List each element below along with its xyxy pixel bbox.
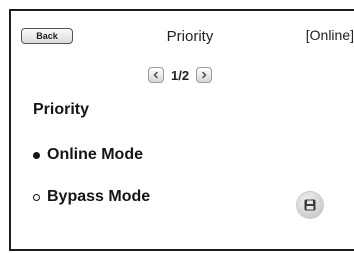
save-icon bbox=[304, 199, 316, 211]
radio-selected-icon bbox=[33, 151, 40, 159]
page-title: Priority bbox=[166, 28, 214, 45]
save-button[interactable] bbox=[297, 192, 323, 218]
option-bypass-mode[interactable]: Bypass Mode bbox=[33, 188, 150, 206]
back-button[interactable]: Back bbox=[21, 28, 73, 44]
chevron-left-icon bbox=[153, 71, 158, 79]
status-indicator: [Online] bbox=[305, 27, 354, 43]
pager: 1/2 bbox=[148, 66, 213, 84]
page-indicator: 1/2 bbox=[171, 67, 190, 83]
option-online-mode[interactable]: Online Mode bbox=[33, 146, 143, 164]
next-page-button[interactable] bbox=[196, 67, 213, 83]
option-label: Online Mode bbox=[47, 146, 143, 163]
option-label: Bypass Mode bbox=[47, 188, 151, 205]
section-heading: Priority bbox=[33, 101, 90, 118]
back-button-label: Back bbox=[36, 31, 58, 41]
radio-unselected-icon bbox=[33, 193, 40, 201]
chevron-right-icon bbox=[202, 71, 207, 79]
prev-page-button[interactable] bbox=[148, 67, 164, 83]
